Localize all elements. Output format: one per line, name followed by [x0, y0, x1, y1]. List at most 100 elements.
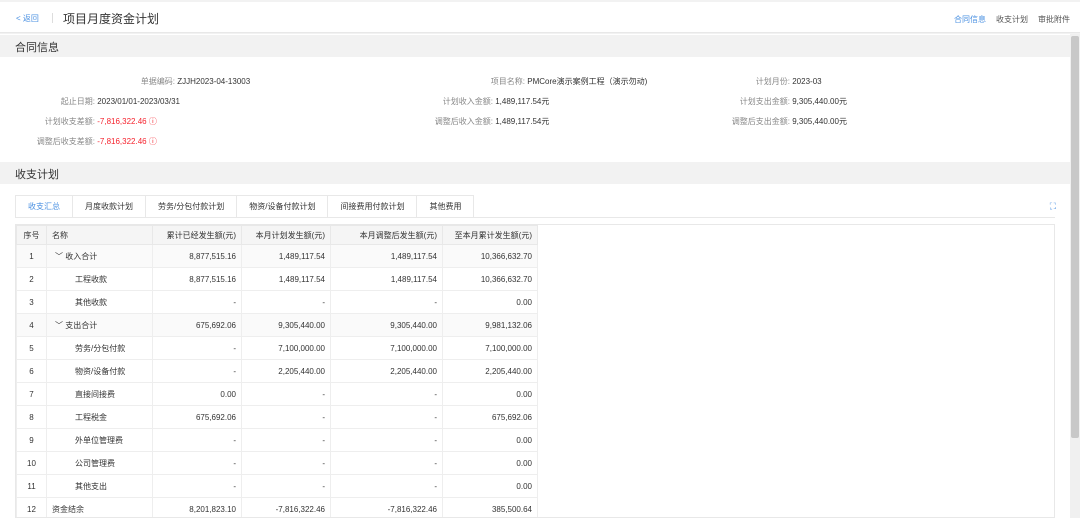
- nav-income-expense[interactable]: 收支计划: [996, 14, 1028, 36]
- info-label: 调整后收入金额:: [434, 117, 493, 126]
- table-cell: 9,305,440.00: [241, 313, 331, 337]
- table-cell: 0.00: [152, 382, 242, 406]
- table-cell: -: [330, 451, 443, 475]
- table-row[interactable]: 12 资金结余 8,201,823.10 -7,816,322.46 -7,816,32…: [16, 497, 538, 517]
- table-cell: 2,205,440.00: [330, 359, 443, 383]
- back-link[interactable]: < 返回: [16, 13, 39, 24]
- col-month-plan: 本月计划发生额(元): [241, 225, 331, 245]
- info-field: 起止日期: 2023/01/01-2023/03/31: [0, 96, 180, 107]
- tab-material-payments[interactable]: 物资/设备付款计划: [236, 195, 329, 217]
- table-cell: ﹀ 收入合计: [46, 244, 153, 268]
- table-cell: 2,205,440.00: [241, 359, 331, 383]
- table-row[interactable]: 8 工程税金 675,692.06- -675,692.06: [16, 405, 538, 429]
- table-row[interactable]: 3 其他收款 - - -0.00: [16, 290, 538, 314]
- table-cell: 7,100,000.00: [241, 336, 331, 360]
- table-row[interactable]: 9 外单位管理费 - - -0.00: [16, 428, 538, 452]
- col-cumulative: 累计已经发生额(元): [152, 225, 242, 245]
- table-cell: 10: [16, 451, 47, 475]
- table-cell: 0.00: [442, 474, 538, 498]
- table-cell: 6: [16, 359, 47, 383]
- info-field: 计划收入金额: 1,489,117.54元: [385, 96, 550, 107]
- table-cell: 10,366,632.70: [442, 244, 538, 268]
- table-cell: 385,500.64: [442, 497, 538, 517]
- table-cell: -: [241, 451, 331, 475]
- tab-summary[interactable]: 收支汇总: [15, 195, 73, 217]
- table-cell: -: [241, 428, 331, 452]
- nav-contract-info[interactable]: 合同信息: [954, 14, 986, 36]
- table-row[interactable]: 11 其他支出 - - -0.00: [16, 474, 538, 498]
- table-cell: 2,205,440.00: [442, 359, 538, 383]
- table-cell: 1: [16, 244, 47, 268]
- table-cell: -: [330, 405, 443, 429]
- info-label: 单据编码:: [140, 77, 175, 86]
- table-cell: 资金结余: [46, 497, 153, 517]
- tab-indirect-payments[interactable]: 间接费用付款计划: [327, 195, 418, 217]
- table-cell: 3: [16, 290, 47, 314]
- table-row[interactable]: 1 ﹀ 收入合计 8,877,515.16 1,489,117.54 1,489,117…: [16, 244, 538, 268]
- table-cell: 公司管理费: [46, 451, 153, 475]
- table-row[interactable]: 2 工程收款 8,877,515.16 1,489,117.54 1,489,117.5…: [16, 267, 538, 291]
- table-cell: -: [152, 359, 242, 383]
- info-value: ZJJH2023-04-13003: [177, 77, 251, 86]
- info-field: 计划支出金额: 9,305,440.00元: [720, 96, 847, 107]
- table-row[interactable]: 6 物资/设备付款 -2,205,440.00 2,205,440.00 2,205,4…: [16, 359, 538, 383]
- scrollbar-thumb[interactable]: [1071, 36, 1079, 438]
- table-cell: 7,100,000.00: [330, 336, 443, 360]
- table-row[interactable]: 10 公司管理费 - - -0.00: [16, 451, 538, 475]
- info-field: 计划月份: 2023-03: [720, 76, 822, 87]
- tab-monthly-receipts[interactable]: 月度收款计划: [72, 195, 146, 217]
- col-to-date: 至本月累计发生额(元): [442, 225, 538, 245]
- table-row[interactable]: 5 劳务/分包付款 -7,100,000.00 7,100,000.00 7,100,0…: [16, 336, 538, 360]
- table-cell: -: [152, 336, 242, 360]
- info-value: 1,489,117.54元: [495, 97, 550, 106]
- table-cell: -: [241, 382, 331, 406]
- table-cell: 4: [16, 313, 47, 337]
- info-field: 调整后支出金额: 9,305,440.00元: [720, 116, 847, 127]
- content: 合同信息 单据编码: ZJJH2023-04-13003 项目名称: PMCore…: [0, 34, 1070, 518]
- table-cell: -: [241, 474, 331, 498]
- table-row[interactable]: 4 ﹀ 支出合计 675,692.06 9,305,440.00 9,305,440.0…: [16, 313, 538, 337]
- info-field: 调整后收入金额: 1,489,117.54元: [385, 116, 550, 127]
- table-cell: 8: [16, 405, 47, 429]
- info-value: PMCore演示案例工程（演示勿动): [527, 77, 648, 86]
- info-label: 计划收支差额:: [44, 117, 95, 126]
- info-value: -7,816,322.46 ⓘ: [97, 117, 157, 126]
- info-label: 调整后收支差额:: [36, 137, 95, 146]
- info-field: 项目名称: PMCore演示案例工程（演示勿动): [385, 76, 647, 87]
- table-cell: -7,816,322.46: [330, 497, 443, 517]
- summary-table-container: 序号 名称 累计已经发生额(元) 本月计划发生额(元) 本月调整后发生额(元) …: [15, 224, 1055, 518]
- table-cell: 劳务/分包付款: [46, 336, 153, 360]
- table-cell: -: [241, 405, 331, 429]
- table-cell: -: [330, 290, 443, 314]
- tab-other-costs[interactable]: 其他费用: [416, 195, 475, 217]
- info-value: 9,305,440.00元: [792, 117, 847, 126]
- table-cell: 675,692.06: [152, 313, 242, 337]
- section-title-plan: 收支计划: [0, 162, 1070, 184]
- table-cell: 675,692.06: [152, 405, 242, 429]
- page-title: 项目月度资金计划: [63, 12, 160, 26]
- table-cell: 0.00: [442, 428, 538, 452]
- tab-labor-payments[interactable]: 劳务/分包付款计划: [145, 195, 238, 217]
- table-cell: 0.00: [442, 382, 538, 406]
- table-cell: 7: [16, 382, 47, 406]
- fullscreen-icon[interactable]: ⛶: [1050, 201, 1056, 212]
- table-cell: 1,489,117.54: [330, 244, 443, 268]
- info-value: 1,489,117.54元: [495, 117, 550, 126]
- info-value: 2023-03: [792, 77, 822, 86]
- table-cell: 10,366,632.70: [442, 267, 538, 291]
- table-cell: 9,305,440.00: [330, 313, 443, 337]
- info-label: 计划收入金额:: [442, 97, 493, 106]
- table-row[interactable]: 7 直接间接费 0.00- -0.00: [16, 382, 538, 406]
- col-name: 名称: [46, 225, 153, 245]
- summary-table: 序号 名称 累计已经发生额(元) 本月计划发生额(元) 本月调整后发生额(元) …: [16, 225, 538, 517]
- table-cell: -: [330, 474, 443, 498]
- table-cell: -7,816,322.46: [241, 497, 331, 517]
- table-cell: 2: [16, 267, 47, 291]
- info-label: 调整后支出金额:: [731, 117, 790, 126]
- table-cell: 0.00: [442, 290, 538, 314]
- table-cell: 11: [16, 474, 47, 498]
- info-field: 计划收支差额: -7,816,322.46 ⓘ: [0, 116, 157, 127]
- table-cell: 其他收款: [46, 290, 153, 314]
- nav-attachments[interactable]: 审批附件: [1038, 14, 1070, 36]
- table-cell: 外单位管理费: [46, 428, 153, 452]
